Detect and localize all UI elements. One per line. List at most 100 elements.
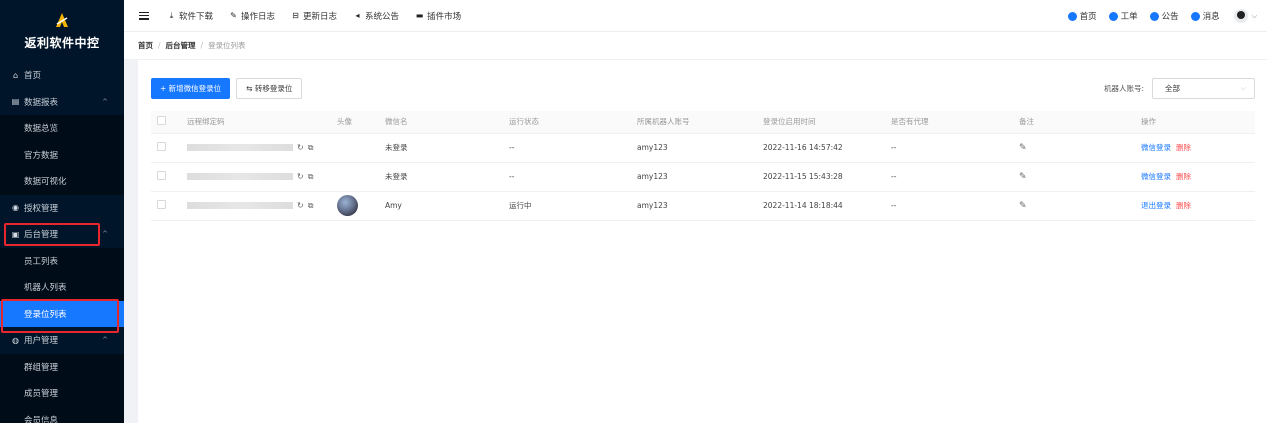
edit-icon[interactable]: ✎ (1019, 143, 1027, 153)
column-header: 是否有代理 (891, 111, 1019, 134)
circle-icon (1190, 11, 1200, 21)
breadcrumb: 首页 / 后台管理 / 登录位列表 (124, 32, 1267, 60)
top-right-item[interactable]: 首页 (1067, 10, 1097, 22)
collapse-menu-icon[interactable] (139, 11, 149, 20)
robot-account-cell: amy123 (637, 133, 763, 163)
robot-select-value: 全部 (1165, 84, 1180, 93)
sidebar-item[interactable]: 登录位列表 (0, 300, 124, 327)
admin-icon: ▣ (11, 229, 20, 239)
masked-code (187, 202, 293, 209)
robot-select[interactable]: 全部 ⌵ (1152, 78, 1255, 99)
delete-action-link[interactable]: 删除 (1176, 201, 1191, 210)
status-cell: -- (509, 133, 637, 163)
sidebar-item-label: 数据可视化 (24, 177, 67, 188)
top-nav-item[interactable]: ◂ 系统公告 (353, 10, 400, 22)
proxy-cell: -- (891, 191, 1019, 221)
sidebar-item-label: 首页 (24, 71, 42, 82)
top-nav-item[interactable]: ▬ 插件市场 (415, 10, 461, 22)
user-avatar[interactable] (1233, 9, 1248, 23)
column-header: 运行状态 (509, 111, 637, 134)
copy-icon[interactable]: ⧉ (308, 201, 314, 210)
refresh-icon[interactable]: ↻ (297, 172, 304, 181)
top-right-label: 首页 (1079, 12, 1097, 22)
row-select-cell (151, 133, 187, 163)
refresh-icon[interactable]: ↻ (297, 201, 304, 210)
breadcrumb-parent[interactable]: 后台管理 (166, 40, 196, 51)
proxy-cell: -- (891, 162, 1019, 192)
refresh-icon[interactable]: ↻ (297, 143, 304, 152)
sidebar: 返利软件中控 ⌂ 首页 ▤ 数据报表 ^ 数据总览 官方数据 数据可视化 ◉ 授权管理 ▣ 后台管理 ^… (0, 0, 124, 423)
breadcrumb-separator: / (200, 41, 204, 50)
sidebar-item-label: 群组管理 (24, 362, 59, 373)
robot-account-cell: amy123 (637, 162, 763, 192)
chevron-down-icon[interactable]: ⌵ (1252, 12, 1257, 21)
column-header: 微信名 (385, 111, 509, 134)
sidebar-item-label: 机器人列表 (24, 283, 67, 294)
top-right-item[interactable]: 公告 (1149, 10, 1179, 22)
delete-action-link[interactable]: 删除 (1176, 172, 1191, 181)
announce-icon: ◂ (355, 11, 360, 20)
sidebar-item[interactable]: ▤ 数据报表 ^ (0, 89, 124, 116)
sidebar-item-label: 后台管理 (24, 230, 59, 241)
chevron-up-icon: ^ (102, 336, 108, 345)
sidebar-item-label: 官方数据 (24, 150, 59, 161)
top-nav: ⤓ 软件下载 ✎ 操作日志 ⊟ 更新日志 ◂ 系统公告 ▬ 插件市场 (167, 10, 477, 22)
top-nav-label: 操作日志 (241, 11, 276, 22)
top-nav-item[interactable]: ✎ 操作日志 (229, 10, 275, 22)
breadcrumb-home[interactable]: 首页 (138, 40, 153, 51)
sidebar-item[interactable]: 会员信息 (0, 406, 124, 423)
enable-time-cell: 2022-11-16 14:57:42 (763, 133, 891, 163)
transfer-login-button[interactable]: ⇆ 转移登录位 (236, 78, 303, 99)
sidebar-item-label: 用户管理 (24, 336, 59, 347)
masked-code (187, 173, 293, 180)
enable-time-cell: 2022-11-14 18:18:44 (763, 191, 891, 221)
breadcrumb-current: 登录位列表 (208, 41, 246, 50)
top-right-item[interactable]: 工单 (1108, 10, 1138, 22)
sidebar-item[interactable]: 数据总览 (0, 115, 124, 142)
sidebar-item[interactable]: ▣ 后台管理 ^ (0, 221, 124, 248)
sidebar-item[interactable]: ⌂ 首页 (0, 62, 124, 89)
sidebar-item[interactable]: 员工列表 (0, 247, 124, 274)
chevron-up-icon: ^ (102, 230, 108, 239)
enable-time-cell: 2022-11-15 15:43:28 (763, 162, 891, 192)
row-checkbox[interactable] (157, 142, 166, 151)
avatar (337, 195, 358, 216)
login-action-link[interactable]: 退出登录 (1141, 201, 1171, 210)
sidebar-item[interactable]: 数据可视化 (0, 168, 124, 195)
column-header: 操作 (1141, 111, 1255, 134)
sidebar-item[interactable]: 官方数据 (0, 141, 124, 168)
copy-icon[interactable]: ⧉ (308, 143, 314, 152)
row-select-cell (151, 191, 187, 221)
actions-cell: 退出登录 删除 (1141, 191, 1255, 221)
sidebar-item[interactable]: ◍ 用户管理 ^ (0, 327, 124, 354)
login-action-link[interactable]: 微信登录 (1141, 143, 1171, 152)
sidebar-menu: ⌂ 首页 ▤ 数据报表 ^ 数据总览官方数据数据可视化 ◉ 授权管理 ▣ 后台管理 ^ 员工列表机器人… (0, 62, 124, 423)
sidebar-item[interactable]: 群组管理 (0, 353, 124, 380)
edit-icon[interactable]: ✎ (1019, 172, 1027, 182)
sidebar-item-label: 授权管理 (24, 203, 59, 214)
row-checkbox[interactable] (157, 171, 166, 180)
column-header: 远程绑定码 (187, 111, 337, 134)
report-icon: ▤ (11, 97, 20, 107)
sidebar-item[interactable]: ◉ 授权管理 (0, 195, 124, 222)
top-right-item[interactable]: 消息 (1190, 10, 1220, 22)
row-checkbox[interactable] (157, 200, 166, 209)
sidebar-item-label: 成员管理 (24, 389, 59, 400)
plugin-icon: ▬ (415, 11, 424, 20)
top-nav-item[interactable]: ⤓ 软件下载 (167, 10, 213, 22)
delete-action-link[interactable]: 删除 (1176, 143, 1191, 152)
edit-icon[interactable]: ✎ (1019, 201, 1027, 211)
copy-icon[interactable]: ⧉ (308, 172, 314, 181)
top-nav-item[interactable]: ⊟ 更新日志 (291, 10, 337, 22)
download-icon: ⤓ (169, 10, 174, 20)
select-all-checkbox[interactable] (157, 116, 166, 126)
sidebar-item[interactable]: 机器人列表 (0, 274, 124, 301)
sidebar-item-label: 数据总览 (24, 124, 59, 135)
row-select-cell (151, 162, 187, 192)
sidebar-item[interactable]: 成员管理 (0, 380, 124, 407)
top-right-label: 公告 (1161, 12, 1179, 22)
add-wechat-login-button[interactable]: + 新增微信登录位 (151, 78, 231, 99)
table-row: ↻ ⧉ 未登录 -- amy123 2022-11-15 15:43:28 -- ✎ 微信登录删… (151, 162, 1255, 192)
wechat-name-cell: Amy (385, 191, 509, 221)
login-action-link[interactable]: 微信登录 (1141, 172, 1171, 181)
